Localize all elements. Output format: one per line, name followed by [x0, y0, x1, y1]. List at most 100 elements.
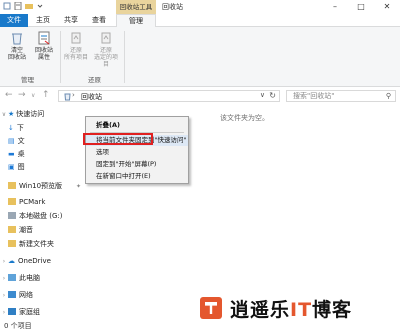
context-menu: 折叠(A) 将当前文件夹固定到"快速访问" 选项 固定到"开始"屏幕(P) 在新…: [83, 116, 189, 184]
highlight-box: [83, 133, 153, 145]
pictures-icon: ▣: [8, 163, 15, 171]
restore-icon: [69, 31, 83, 45]
group-separator: [124, 31, 125, 83]
restore-all-label: 还原 所有项目: [63, 47, 88, 61]
nav-quick-access[interactable]: ∨ ★ 快速访问: [0, 108, 44, 121]
nav-network[interactable]: › 网络: [0, 289, 33, 302]
title-bar: 回收站工具 回收站 – □ ✕: [0, 0, 400, 14]
chevron-down-icon[interactable]: ∨: [260, 91, 265, 99]
navigation-pane: ∨ ★ 快速访问 ↓ 下 ▤ 文 ▬ 桌 ▣ 图 Win10预览版 ✦ PCMark 本地磁…: [0, 106, 86, 318]
menu-item-open-new-window[interactable]: 在新窗口中打开(E): [86, 171, 188, 182]
menu-item-collapse[interactable]: 折叠(A): [86, 120, 188, 131]
window-title: 回收站: [162, 3, 183, 11]
quick-access-toolbar: [3, 1, 44, 11]
recycle-bin-small-icon: [63, 92, 72, 103]
computer-icon: [8, 274, 16, 281]
tab-view[interactable]: 查看: [88, 14, 110, 27]
nav-onedrive[interactable]: › ☁ OneDrive: [0, 255, 51, 268]
pin-icon: ✦: [76, 183, 82, 190]
nav-label: 网络: [19, 291, 33, 299]
properties-icon: [37, 31, 51, 45]
restore-selected-icon: [99, 31, 113, 45]
nav-item-desktop[interactable]: ▬ 桌: [8, 148, 25, 161]
nav-item-documents[interactable]: ▤ 文: [8, 135, 25, 148]
properties-icon[interactable]: [14, 1, 22, 11]
nav-folder-new[interactable]: 新建文件夹: [8, 238, 54, 251]
drive-icon: [8, 212, 16, 219]
homegroup-icon: [8, 308, 16, 315]
nav-folder-pcmark[interactable]: PCMark: [8, 196, 45, 209]
nav-label: 桌: [17, 150, 25, 158]
chevron-right-icon[interactable]: ›: [72, 91, 75, 99]
restore-selected-button[interactable]: 还原 选定的项目: [92, 31, 120, 68]
address-row: ← → ∨ ↑ › 回收站 ∨ ↻ 搜索"回收站" ⚲: [0, 88, 400, 104]
menu-item-pin-start[interactable]: 固定到"开始"屏幕(P): [86, 159, 188, 170]
nav-folder-win10[interactable]: Win10预览版: [8, 180, 62, 193]
recycle-bin-icon: [10, 31, 24, 45]
nav-label: 下: [16, 124, 24, 132]
chevron-down-icon[interactable]: [36, 2, 44, 10]
group-label-manage: 管理: [21, 76, 34, 84]
nav-label: 新建文件夹: [19, 240, 54, 248]
chevron-down-icon[interactable]: ∨: [0, 108, 8, 121]
star-icon: ★: [8, 110, 15, 118]
menu-item-options[interactable]: 选项: [86, 147, 188, 158]
minimize-button[interactable]: –: [322, 0, 348, 14]
search-input[interactable]: 搜索"回收站" ⚲: [286, 90, 396, 102]
search-placeholder: 搜索"回收站": [293, 92, 335, 100]
chevron-right-icon[interactable]: ›: [0, 255, 8, 268]
item-count: 0 个项目: [4, 322, 32, 330]
address-location: 回收站: [81, 93, 102, 101]
back-arrow-icon[interactable]: ←: [5, 90, 13, 100]
desktop-icon: ▬: [8, 150, 15, 158]
tab-manage[interactable]: 管理: [116, 14, 156, 27]
nav-label: OneDrive: [18, 257, 51, 265]
search-icon: ⚲: [385, 92, 391, 100]
cloud-icon: ☁: [8, 257, 15, 265]
folder-icon: [8, 182, 16, 189]
nav-item-downloads[interactable]: ↓ 下: [8, 122, 24, 135]
maximize-button[interactable]: □: [348, 0, 374, 14]
forward-arrow-icon[interactable]: →: [18, 90, 26, 100]
empty-recycle-bin-button[interactable]: 清空 回收站: [3, 31, 31, 61]
folder-icon: [8, 240, 16, 247]
download-icon: ↓: [8, 124, 14, 132]
watermark-text: 逍遥乐IT博客: [230, 298, 353, 321]
ribbon: 清空 回收站 回收站 属性 还原 所有项目 还原 选定的项目 管理 还原: [0, 27, 400, 87]
chevron-right-icon[interactable]: ›: [0, 272, 8, 285]
recycle-bin-properties-button[interactable]: 回收站 属性: [30, 31, 58, 61]
watermark: 逍遥乐IT博客: [200, 296, 353, 321]
group-separator: [60, 31, 61, 83]
empty-folder-message: 该文件夹为空。: [220, 114, 269, 122]
contextual-tab-title: 回收站工具: [116, 0, 156, 14]
watermark-logo-icon: [200, 297, 222, 319]
address-bar[interactable]: › 回收站 ∨ ↻: [58, 90, 280, 102]
nav-label: 本地磁盘 (G:): [19, 212, 63, 220]
folder-icon: [8, 226, 16, 233]
nav-label: 潮音: [19, 226, 33, 234]
tab-share[interactable]: 共享: [60, 14, 82, 27]
nav-drive-g[interactable]: 本地磁盘 (G:): [8, 210, 62, 223]
empty-recycle-bin-label: 清空 回收站: [7, 47, 26, 61]
nav-label: 此电脑: [19, 274, 40, 282]
tab-file[interactable]: 文件: [0, 14, 28, 27]
nav-item-pictures[interactable]: ▣ 图: [8, 161, 25, 174]
nav-folder-chaoyin[interactable]: 潮音: [8, 224, 33, 237]
new-folder-icon[interactable]: [25, 2, 33, 10]
nav-label: 快速访问: [16, 110, 45, 118]
tab-home[interactable]: 主页: [32, 14, 54, 27]
nav-label: 家庭组: [19, 308, 40, 316]
recycle-bin-icon[interactable]: [3, 2, 11, 10]
refresh-icon[interactable]: ↻: [269, 91, 276, 100]
folder-icon: [8, 198, 16, 205]
restore-all-button[interactable]: 还原 所有项目: [62, 31, 90, 61]
ribbon-tabs: 文件 主页 共享 查看 管理: [0, 14, 400, 27]
chevron-right-icon[interactable]: ›: [0, 289, 8, 302]
recent-locations-icon[interactable]: ∨: [31, 92, 35, 99]
documents-icon: ▤: [8, 137, 15, 145]
nav-this-pc[interactable]: › 此电脑: [0, 272, 40, 285]
restore-selected-label: 还原 选定的项目: [93, 47, 118, 68]
nav-label: Win10预览版: [19, 182, 63, 190]
close-button[interactable]: ✕: [374, 0, 400, 14]
up-arrow-icon[interactable]: ↑: [42, 90, 50, 100]
